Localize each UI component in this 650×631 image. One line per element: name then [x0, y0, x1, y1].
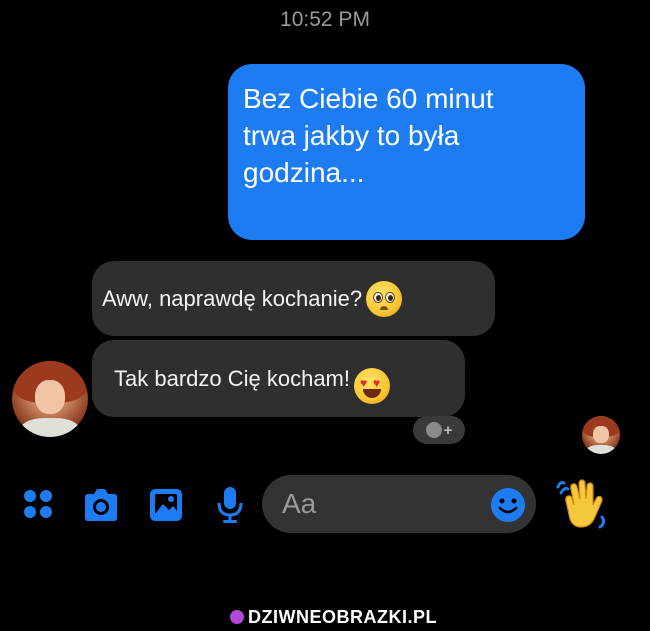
- heart-eyes-face-icon: ♥ ♥: [354, 367, 390, 404]
- incoming-message-text: Tak bardzo Cię kocham!: [114, 365, 350, 391]
- pleading-face-icon: [366, 280, 403, 317]
- message-input-placeholder: Aa: [282, 488, 317, 519]
- wave-hand-icon[interactable]: [556, 479, 610, 531]
- outgoing-message-line: trwa jakby to była: [243, 120, 460, 151]
- menu-dots-icon[interactable]: [22, 488, 54, 520]
- incoming-message-bubble[interactable]: Tak bardzo Cię kocham! ♥ ♥: [92, 340, 465, 417]
- reaction-face-icon: [425, 422, 442, 438]
- incoming-message-text: Aww, naprawdę kochanie?: [102, 285, 363, 311]
- outgoing-message-bubble[interactable]: Bez Ciebie 60 minut trwa jakby to była g…: [228, 64, 585, 240]
- emoji-icon[interactable]: [490, 487, 526, 523]
- message-timestamp: 10:52 PM: [280, 8, 370, 31]
- watermark-logo-icon: [230, 610, 244, 624]
- outgoing-message-line: Bez Ciebie 60 minut: [243, 83, 494, 114]
- sender-avatar[interactable]: [12, 361, 88, 437]
- watermark: DZIWNEOBRAZKI.PL: [230, 606, 437, 628]
- seen-receipt-avatar: [582, 416, 620, 454]
- add-reaction-button[interactable]: +: [413, 416, 465, 444]
- incoming-message-bubble[interactable]: Aww, naprawdę kochanie?: [92, 261, 495, 336]
- camera-icon[interactable]: [81, 487, 121, 523]
- microphone-icon[interactable]: [215, 485, 245, 525]
- outgoing-message-line: godzina...: [243, 157, 365, 188]
- gallery-icon[interactable]: [148, 487, 184, 523]
- plus-icon: +: [443, 421, 453, 439]
- watermark-text: DZIWNEOBRAZKI.PL: [248, 606, 437, 627]
